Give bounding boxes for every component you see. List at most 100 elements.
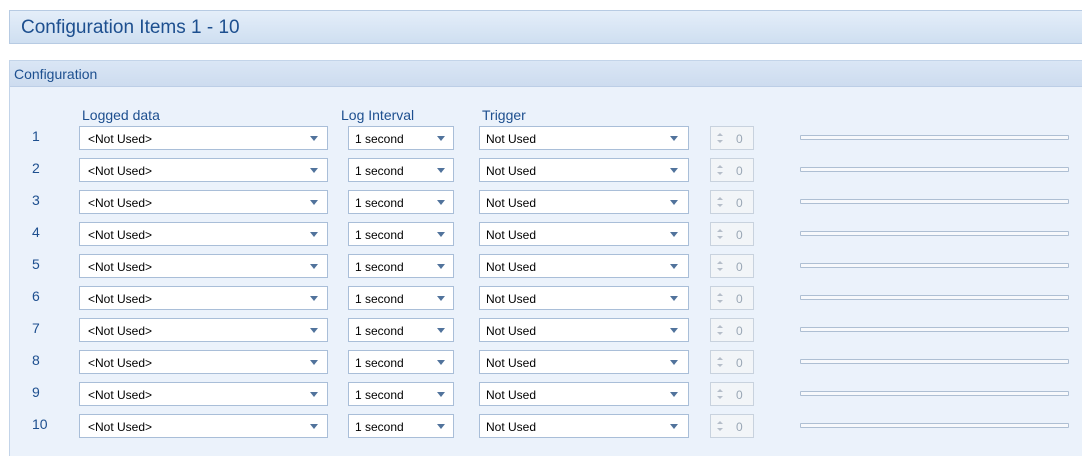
- value-spinner[interactable]: 0: [710, 318, 754, 342]
- chevron-down-icon[interactable]: [670, 392, 678, 397]
- chevron-down-icon[interactable]: [310, 392, 318, 397]
- spin-down-icon[interactable]: [717, 268, 723, 271]
- trigger-dropdown[interactable]: Not Used: [479, 414, 689, 438]
- spin-down-icon[interactable]: [717, 204, 723, 207]
- chevron-down-icon[interactable]: [437, 296, 445, 301]
- spin-down-icon[interactable]: [717, 332, 723, 335]
- spin-up-icon[interactable]: [717, 389, 723, 392]
- spin-up-icon[interactable]: [717, 261, 723, 264]
- logged-data-dropdown[interactable]: <Not Used>: [79, 318, 328, 342]
- trigger-dropdown[interactable]: Not Used: [479, 350, 689, 374]
- chevron-down-icon[interactable]: [310, 136, 318, 141]
- log-interval-dropdown[interactable]: 1 second: [348, 254, 454, 278]
- chevron-down-icon[interactable]: [670, 136, 678, 141]
- logged-data-value: <Not Used>: [88, 164, 153, 178]
- value-spinner[interactable]: 0: [710, 382, 754, 406]
- row-number: 8: [32, 352, 40, 368]
- chevron-down-icon[interactable]: [437, 424, 445, 429]
- spin-up-icon[interactable]: [717, 357, 723, 360]
- log-interval-dropdown[interactable]: 1 second: [348, 414, 454, 438]
- chevron-down-icon[interactable]: [310, 424, 318, 429]
- spin-down-icon[interactable]: [717, 172, 723, 175]
- chevron-down-icon[interactable]: [437, 264, 445, 269]
- chevron-down-icon[interactable]: [670, 264, 678, 269]
- logged-data-dropdown[interactable]: <Not Used>: [79, 286, 328, 310]
- chevron-down-icon[interactable]: [670, 296, 678, 301]
- spin-up-icon[interactable]: [717, 325, 723, 328]
- spin-up-icon[interactable]: [717, 133, 723, 136]
- chevron-down-icon[interactable]: [310, 296, 318, 301]
- spin-up-icon[interactable]: [717, 229, 723, 232]
- chevron-down-icon[interactable]: [310, 360, 318, 365]
- chevron-down-icon[interactable]: [437, 328, 445, 333]
- chevron-down-icon[interactable]: [310, 264, 318, 269]
- log-interval-dropdown[interactable]: 1 second: [348, 126, 454, 150]
- spin-down-icon[interactable]: [717, 140, 723, 143]
- chevron-down-icon[interactable]: [437, 200, 445, 205]
- chevron-down-icon[interactable]: [437, 168, 445, 173]
- logged-data-dropdown[interactable]: <Not Used>: [79, 382, 328, 406]
- chevron-down-icon[interactable]: [670, 232, 678, 237]
- trigger-dropdown[interactable]: Not Used: [479, 190, 689, 214]
- spin-up-icon[interactable]: [717, 197, 723, 200]
- chevron-down-icon[interactable]: [437, 360, 445, 365]
- spinner-value: 0: [736, 164, 743, 178]
- spin-up-icon[interactable]: [717, 165, 723, 168]
- chevron-down-icon[interactable]: [670, 200, 678, 205]
- logged-data-dropdown[interactable]: <Not Used>: [79, 254, 328, 278]
- value-spinner[interactable]: 0: [710, 414, 754, 438]
- log-interval-value: 1 second: [355, 260, 404, 274]
- trigger-dropdown[interactable]: Not Used: [479, 158, 689, 182]
- logged-data-value: <Not Used>: [88, 324, 153, 338]
- chevron-down-icon[interactable]: [437, 136, 445, 141]
- value-spinner[interactable]: 0: [710, 126, 754, 150]
- chevron-down-icon[interactable]: [310, 328, 318, 333]
- progress-bar: [800, 327, 1069, 332]
- logged-data-dropdown[interactable]: <Not Used>: [79, 222, 328, 246]
- chevron-down-icon[interactable]: [437, 392, 445, 397]
- logged-data-dropdown[interactable]: <Not Used>: [79, 350, 328, 374]
- log-interval-dropdown[interactable]: 1 second: [348, 350, 454, 374]
- trigger-dropdown[interactable]: Not Used: [479, 222, 689, 246]
- row-number: 2: [32, 160, 40, 176]
- spin-up-icon[interactable]: [717, 293, 723, 296]
- logged-data-dropdown[interactable]: <Not Used>: [79, 190, 328, 214]
- spin-down-icon[interactable]: [717, 364, 723, 367]
- trigger-value: Not Used: [486, 292, 537, 306]
- chevron-down-icon[interactable]: [670, 168, 678, 173]
- log-interval-dropdown[interactable]: 1 second: [348, 286, 454, 310]
- value-spinner[interactable]: 0: [710, 254, 754, 278]
- trigger-dropdown[interactable]: Not Used: [479, 254, 689, 278]
- spin-down-icon[interactable]: [717, 236, 723, 239]
- value-spinner[interactable]: 0: [710, 190, 754, 214]
- chevron-down-icon[interactable]: [670, 360, 678, 365]
- chevron-down-icon[interactable]: [670, 424, 678, 429]
- spin-down-icon[interactable]: [717, 396, 723, 399]
- chevron-down-icon[interactable]: [670, 328, 678, 333]
- log-interval-dropdown[interactable]: 1 second: [348, 190, 454, 214]
- trigger-dropdown[interactable]: Not Used: [479, 382, 689, 406]
- logged-data-dropdown[interactable]: <Not Used>: [79, 158, 328, 182]
- value-spinner[interactable]: 0: [710, 222, 754, 246]
- value-spinner[interactable]: 0: [710, 286, 754, 310]
- log-interval-dropdown[interactable]: 1 second: [348, 382, 454, 406]
- trigger-value: Not Used: [486, 388, 537, 402]
- trigger-dropdown[interactable]: Not Used: [479, 286, 689, 310]
- chevron-down-icon[interactable]: [310, 200, 318, 205]
- spin-up-icon[interactable]: [717, 421, 723, 424]
- log-interval-dropdown[interactable]: 1 second: [348, 158, 454, 182]
- log-interval-dropdown[interactable]: 1 second: [348, 318, 454, 342]
- logged-data-dropdown[interactable]: <Not Used>: [79, 414, 328, 438]
- value-spinner[interactable]: 0: [710, 350, 754, 374]
- chevron-down-icon[interactable]: [310, 232, 318, 237]
- logged-data-dropdown[interactable]: <Not Used>: [79, 126, 328, 150]
- log-interval-value: 1 second: [355, 228, 404, 242]
- chevron-down-icon[interactable]: [310, 168, 318, 173]
- value-spinner[interactable]: 0: [710, 158, 754, 182]
- spin-down-icon[interactable]: [717, 428, 723, 431]
- log-interval-dropdown[interactable]: 1 second: [348, 222, 454, 246]
- trigger-dropdown[interactable]: Not Used: [479, 126, 689, 150]
- trigger-dropdown[interactable]: Not Used: [479, 318, 689, 342]
- chevron-down-icon[interactable]: [437, 232, 445, 237]
- spin-down-icon[interactable]: [717, 300, 723, 303]
